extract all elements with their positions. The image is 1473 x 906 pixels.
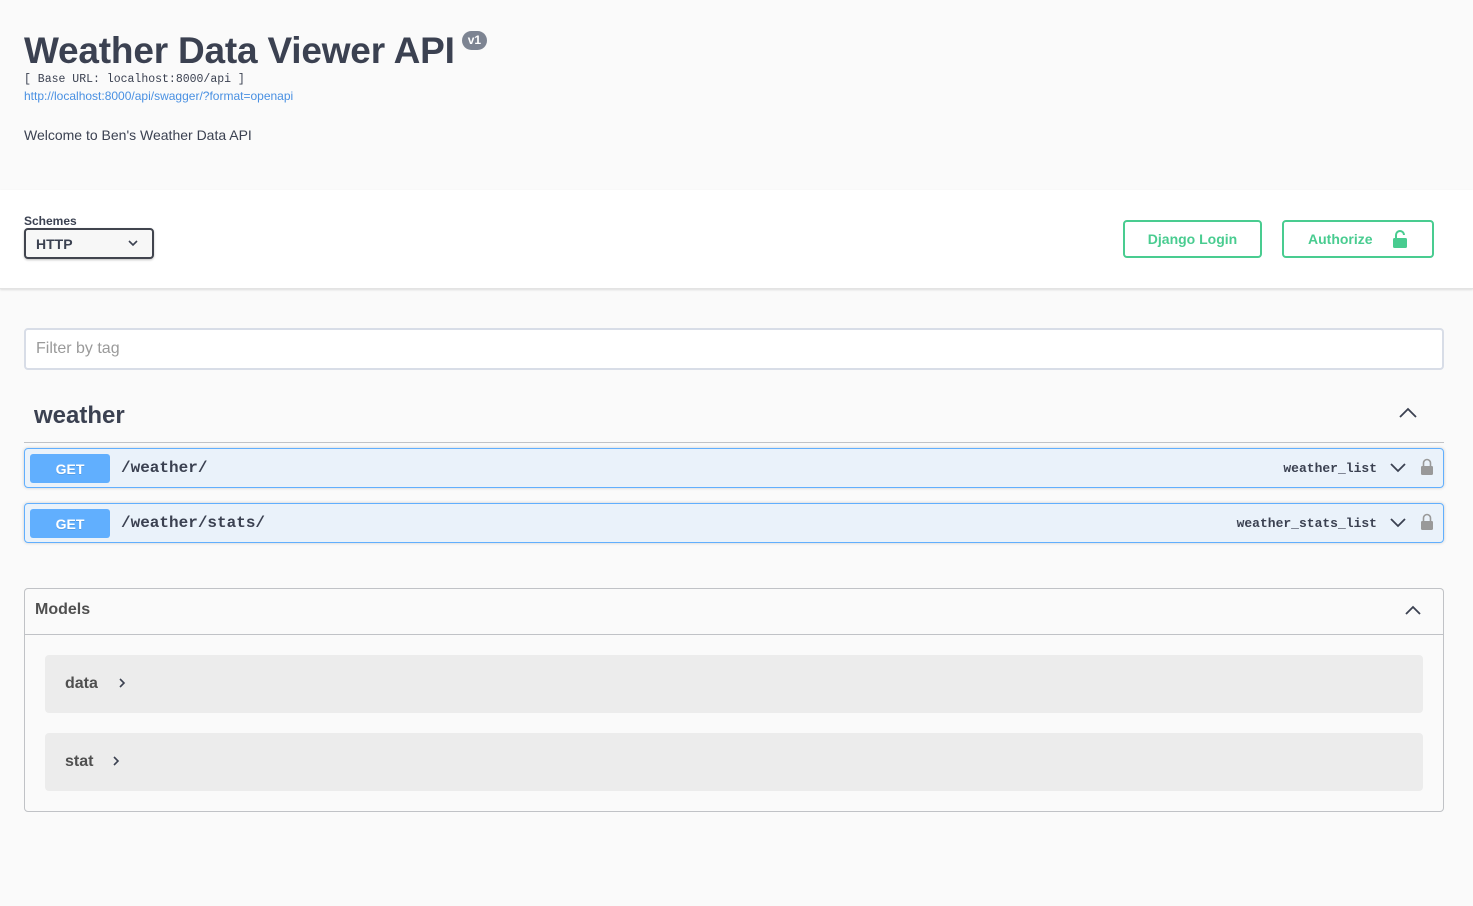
authorize-label: Authorize	[1308, 231, 1373, 247]
schemes-label: Schemes	[24, 214, 77, 228]
chevron-up-icon[interactable]	[1398, 406, 1418, 420]
chevron-down-icon[interactable]	[1389, 462, 1407, 474]
model-name: stat	[65, 753, 94, 770]
version-badge: v1	[461, 31, 488, 50]
model-item-stat[interactable]: stat	[45, 733, 1423, 791]
operation-id: weather_list	[1283, 461, 1377, 476]
chevron-up-icon[interactable]	[1404, 604, 1422, 616]
api-description: Welcome to Ben's Weather Data API	[24, 127, 252, 143]
django-login-label: Django Login	[1147, 231, 1238, 247]
models-header[interactable]: Models	[25, 589, 1443, 635]
chevron-right-icon[interactable]	[112, 755, 120, 767]
models-title: Models	[35, 601, 91, 618]
chevron-right-icon[interactable]	[118, 677, 126, 689]
scheme-bar: Schemes HTTP Django Login Authorize	[0, 190, 1473, 289]
method-badge: GET	[30, 509, 110, 538]
title-row: Weather Data Viewer API v1	[24, 30, 1444, 72]
models-section: Models data stat	[24, 588, 1444, 812]
tag-section-weather[interactable]: weather	[24, 390, 1444, 443]
lock-icon[interactable]	[1420, 513, 1434, 531]
chevron-down-icon[interactable]	[1389, 517, 1407, 529]
lock-icon[interactable]	[1420, 458, 1434, 476]
method-badge: GET	[30, 454, 110, 483]
operation-get-weather-stats[interactable]: GET /weather/stats/ weather_stats_list	[24, 503, 1444, 543]
chevron-down-icon	[128, 240, 138, 247]
authorize-button[interactable]: Authorize	[1282, 220, 1434, 258]
operation-path: /weather/	[121, 459, 208, 477]
base-url: [ Base URL: localhost:8000/api ]	[24, 73, 245, 86]
model-item-data[interactable]: data	[45, 655, 1423, 713]
api-info: Weather Data Viewer API v1 [ Base URL: l…	[24, 30, 1444, 143]
page-title: Weather Data Viewer API	[24, 30, 455, 71]
spec-link[interactable]: http://localhost:8000/api/swagger/?forma…	[24, 89, 293, 103]
operation-path: /weather/stats/	[121, 514, 266, 532]
operation-id: weather_stats_list	[1236, 516, 1377, 531]
operation-get-weather[interactable]: GET /weather/ weather_list	[24, 448, 1444, 488]
schemes-select[interactable]: HTTP	[24, 228, 154, 259]
model-name: data	[65, 675, 98, 692]
unlocked-icon	[1393, 230, 1407, 248]
filter-by-tag-input[interactable]	[24, 328, 1444, 370]
django-login-button[interactable]: Django Login	[1123, 220, 1262, 258]
tag-name: weather	[34, 402, 125, 429]
schemes-selected-value: HTTP	[36, 235, 73, 252]
